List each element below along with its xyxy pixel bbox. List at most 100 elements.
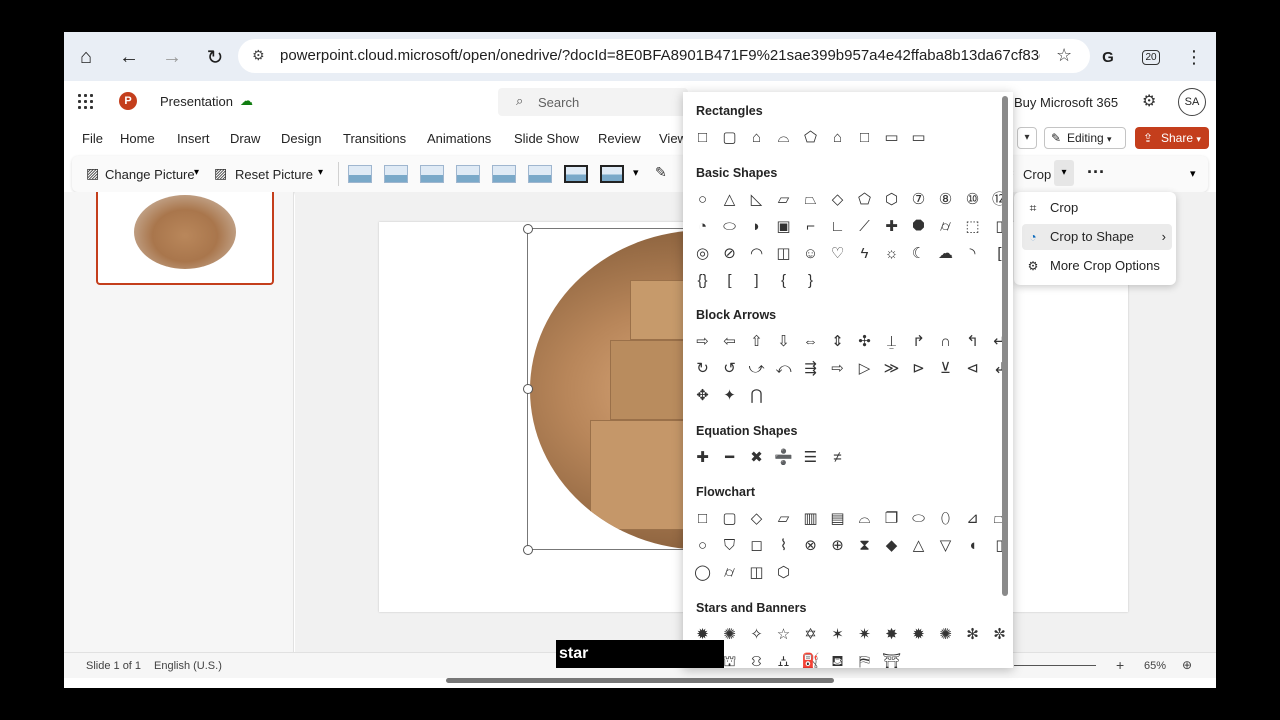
shape-option[interactable]: ☺ bbox=[797, 243, 824, 265]
resize-handle-top-left[interactable] bbox=[523, 224, 533, 234]
shape-option[interactable]: ⬡ bbox=[770, 562, 797, 584]
shape-option[interactable]: [ bbox=[986, 243, 1013, 265]
shape-option[interactable]: ⬯ bbox=[932, 508, 959, 530]
tab-home[interactable]: Home bbox=[120, 131, 155, 146]
shape-option[interactable]: ϟ bbox=[851, 243, 878, 265]
shape-option[interactable]: ∟ bbox=[824, 216, 851, 238]
tab-transitions[interactable]: Transitions bbox=[343, 131, 406, 146]
shape-option[interactable]: ⊿ bbox=[959, 508, 986, 530]
fit-slide-icon[interactable]: ⊕ bbox=[1182, 658, 1192, 672]
chevron-down-icon[interactable]: ▾ bbox=[194, 167, 199, 178]
tab-insert[interactable]: Insert bbox=[177, 131, 210, 146]
shape-option[interactable]: ⌇ bbox=[770, 535, 797, 557]
shape-option[interactable]: ⬚ bbox=[959, 216, 986, 238]
shape-option[interactable]: ⊻ bbox=[932, 358, 959, 380]
site-settings-icon[interactable]: ⚙ bbox=[252, 47, 265, 64]
shape-option[interactable]: ⬡ bbox=[878, 189, 905, 211]
shape-option[interactable]: ⌭ bbox=[932, 216, 959, 238]
shape-option[interactable]: { bbox=[770, 270, 797, 292]
shape-option[interactable]: ✥ bbox=[689, 385, 716, 407]
shape-option[interactable]: ⧗ bbox=[851, 535, 878, 557]
shape-option[interactable]: ] bbox=[743, 270, 770, 292]
picture-style-3[interactable] bbox=[420, 165, 444, 183]
shape-option[interactable]: ▱ bbox=[770, 508, 797, 530]
search-box[interactable] bbox=[498, 88, 688, 116]
search-input[interactable]: Search bbox=[538, 95, 579, 110]
shape-option[interactable]: ▷ bbox=[851, 358, 878, 380]
zoom-slider[interactable] bbox=[1014, 665, 1096, 666]
shape-option[interactable]: ↰ bbox=[959, 331, 986, 353]
shape-option[interactable]: ⇔ bbox=[797, 331, 824, 353]
shape-option[interactable]: ◇ bbox=[824, 189, 851, 211]
zoom-in-icon[interactable]: + bbox=[1116, 657, 1124, 673]
shape-option[interactable]: ▤ bbox=[824, 508, 851, 530]
tab-review[interactable]: Review bbox=[598, 131, 641, 146]
bookmark-star-icon[interactable]: ☆ bbox=[1056, 45, 1072, 66]
zoom-level[interactable]: 65% bbox=[1144, 660, 1166, 672]
styles-gallery-chevron-icon[interactable]: ▾ bbox=[633, 166, 639, 179]
reload-icon[interactable]: ↻ bbox=[201, 43, 229, 71]
shape-option[interactable]: ◫ bbox=[743, 562, 770, 584]
shape-option[interactable]: ✷ bbox=[851, 624, 878, 646]
shape-option[interactable]: } bbox=[797, 270, 824, 292]
language-indicator[interactable]: English (U.S.) bbox=[154, 660, 222, 672]
shape-option[interactable]: ⤺ bbox=[770, 358, 797, 380]
ribbon-collapse-chevron-icon[interactable]: ▾ bbox=[1190, 167, 1196, 180]
shape-option[interactable]: ◠ bbox=[743, 243, 770, 265]
shape-option[interactable]: ◫ bbox=[770, 243, 797, 265]
shape-option[interactable]: ▢ bbox=[716, 508, 743, 530]
shape-option[interactable]: ━ bbox=[716, 447, 743, 469]
shape-option[interactable]: ⋂ bbox=[743, 385, 770, 407]
shape-option[interactable]: ⏢ bbox=[986, 508, 1013, 530]
more-crop-options-menu-item[interactable]: ⚙ More Crop Options bbox=[1022, 253, 1172, 279]
crop-chevron-icon[interactable]: ▾ bbox=[1054, 160, 1074, 186]
translate-icon[interactable]: G bbox=[1094, 43, 1122, 71]
shape-option[interactable]: ⬠ bbox=[797, 127, 824, 149]
picture-style-7[interactable] bbox=[564, 165, 588, 183]
shape-option[interactable]: ▯ bbox=[986, 535, 1013, 557]
shape-option[interactable]: ✹ bbox=[905, 624, 932, 646]
shape-option[interactable]: ☰ bbox=[797, 447, 824, 469]
shape-option[interactable]: ⬭ bbox=[716, 216, 743, 238]
shape-option[interactable]: ✧ bbox=[743, 624, 770, 646]
shape-option[interactable]: ▣ bbox=[770, 216, 797, 238]
tab-slide-show[interactable]: Slide Show bbox=[514, 131, 579, 146]
crop-button[interactable]: Crop bbox=[1023, 167, 1051, 182]
shape-option[interactable]: ⇩ bbox=[770, 331, 797, 353]
shape-option[interactable]: ⌂ bbox=[743, 127, 770, 149]
user-avatar[interactable]: SA bbox=[1178, 88, 1206, 116]
settings-gear-icon[interactable]: ⚙ bbox=[1142, 91, 1156, 111]
browser-menu-icon[interactable]: ⋮ bbox=[1180, 43, 1208, 71]
shape-option[interactable]: ⑦ bbox=[905, 189, 932, 211]
shape-option[interactable]: ✶ bbox=[824, 624, 851, 646]
shape-option[interactable]: ✺ bbox=[932, 624, 959, 646]
shape-option[interactable]: ♡ bbox=[824, 243, 851, 265]
shape-option[interactable]: ▱ bbox=[770, 189, 797, 211]
shape-option[interactable]: ⏢ bbox=[797, 189, 824, 211]
shape-option[interactable]: ⟋ bbox=[851, 216, 878, 238]
shape-option[interactable]: ▯ bbox=[986, 216, 1013, 238]
shape-option[interactable]: ✸ bbox=[878, 624, 905, 646]
picture-style-1[interactable] bbox=[348, 165, 372, 183]
shape-option[interactable]: ↺ bbox=[716, 358, 743, 380]
shape-option[interactable]: ➗ bbox=[770, 447, 797, 469]
change-picture-button[interactable]: Change Picture bbox=[105, 167, 195, 182]
picture-style-2[interactable] bbox=[384, 165, 408, 183]
shape-option[interactable]: ❐ bbox=[878, 508, 905, 530]
shape-option[interactable]: ◇ bbox=[743, 508, 770, 530]
shape-option[interactable]: ▽ bbox=[932, 535, 959, 557]
reset-picture-button[interactable]: Reset Picture bbox=[235, 167, 313, 182]
buy-microsoft-link[interactable]: Buy Microsoft 365 bbox=[1014, 95, 1118, 110]
horizontal-scrollbar[interactable] bbox=[446, 678, 834, 683]
shape-option[interactable]: △ bbox=[716, 189, 743, 211]
shape-option[interactable]: ◝ bbox=[959, 243, 986, 265]
shape-option[interactable]: ⑫ bbox=[986, 189, 1013, 211]
tab-draw[interactable]: Draw bbox=[230, 131, 260, 146]
shape-option[interactable]: ⌓ bbox=[770, 127, 797, 149]
picture-style-8[interactable] bbox=[600, 165, 624, 183]
shape-option[interactable]: ⇶ bbox=[797, 358, 824, 380]
shape-option[interactable]: ⛾ bbox=[824, 651, 851, 668]
shape-option[interactable]: ⊕ bbox=[824, 535, 851, 557]
shape-option[interactable]: ◔ bbox=[689, 216, 716, 238]
shape-option[interactable]: ◺ bbox=[743, 189, 770, 211]
